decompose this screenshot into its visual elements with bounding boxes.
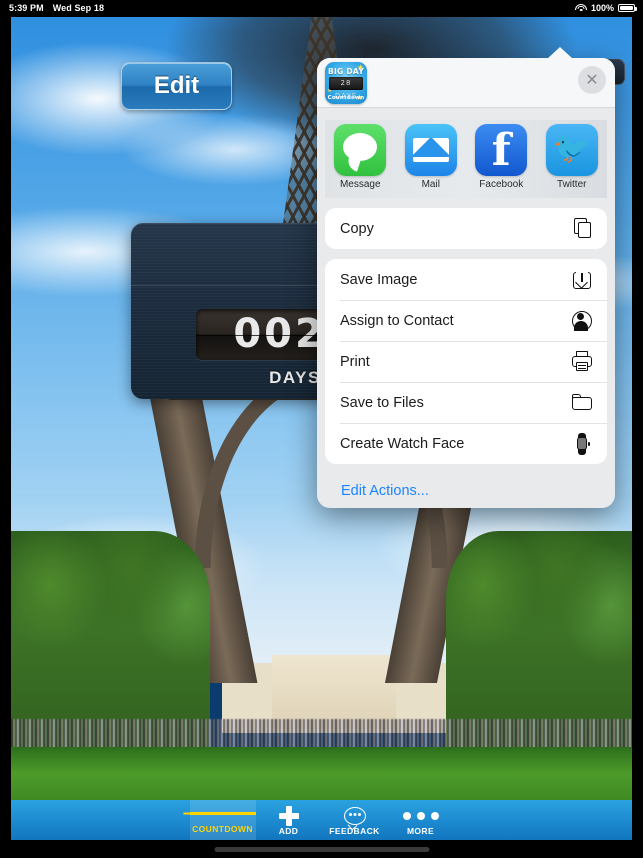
action-assign-to-contact[interactable]: Assign to Contact: [325, 300, 607, 341]
plus-icon-wrap: [256, 805, 322, 826]
ellipsis-icon-wrap: [388, 806, 454, 825]
facebook-app-icon: f: [475, 124, 528, 176]
action-print[interactable]: Print: [325, 341, 607, 382]
tab-more-label: MORE: [406, 826, 435, 836]
champ-de-mars-lawn: [11, 747, 632, 805]
share-sheet-popover: ★ ★ ★ BIG DAY 28 DAYS Countdown ✕ Messag…: [317, 47, 615, 509]
battery-percent: 100%: [590, 3, 614, 13]
action-label: Copy: [340, 220, 374, 237]
battery-full-icon: [618, 4, 637, 12]
mail-app-icon: [404, 124, 457, 176]
action-group-one: Copy: [325, 208, 607, 249]
status-right-cluster: 100%: [574, 0, 637, 16]
share-target-label: Facebook: [479, 179, 524, 190]
ellipsis-icon: [402, 811, 439, 820]
tab-bar: COUNTDOWN ADD FEEDBACK MORE: [11, 800, 632, 840]
tab-add-label: ADD: [278, 826, 299, 836]
edit-button[interactable]: Edit: [121, 62, 232, 110]
printer-icon: [571, 350, 593, 373]
action-label: Save Image: [340, 271, 418, 288]
share-targets-row: Message Mail f Facebook 🐦 Twitter: [325, 120, 607, 198]
status-bar: 5:39 PM Wed Sep 18 100%: [0, 0, 643, 16]
tab-feedback[interactable]: FEEDBACK: [322, 804, 388, 836]
status-time: 5:39 PM: [9, 3, 44, 13]
contact-icon: [571, 310, 593, 332]
ipad-screen: 5:39 PM Wed Sep 18 100% Edit 0028 DAYS C…: [0, 0, 643, 858]
plus-icon: [278, 805, 299, 826]
action-create-watch-face[interactable]: Create Watch Face: [325, 423, 607, 464]
share-target-twitter[interactable]: 🐦 Twitter: [540, 124, 604, 190]
action-save-to-files[interactable]: Save to Files: [325, 382, 607, 423]
messages-app-icon: [334, 124, 387, 176]
share-target-label: Twitter: [557, 179, 587, 190]
bubble-icon: [343, 806, 366, 830]
copy-icon: [571, 217, 593, 240]
action-label: Print: [340, 353, 370, 370]
wifi-icon: [574, 3, 587, 13]
action-label: Save to Files: [340, 394, 424, 411]
app-icon-bottom-text: Countdown: [327, 95, 365, 101]
action-label: Create Watch Face: [340, 435, 465, 452]
action-label: Assign to Contact: [340, 312, 454, 329]
folder-icon: [571, 392, 593, 414]
close-icon[interactable]: ✕: [578, 66, 606, 94]
action-copy[interactable]: Copy: [325, 208, 607, 249]
share-target-facebook[interactable]: f Facebook: [469, 124, 533, 190]
share-target-label: Message: [339, 179, 381, 190]
tab-more[interactable]: MORE: [388, 804, 454, 836]
share-sheet-header: ★ ★ ★ BIG DAY 28 DAYS Countdown ✕: [317, 58, 615, 108]
share-target-mail[interactable]: Mail: [399, 124, 463, 190]
tab-add[interactable]: ADD: [256, 804, 322, 836]
bubble-icon-wrap: [322, 806, 388, 830]
home-indicator: [214, 847, 429, 852]
big-day-countdown-app-icon: ★ ★ ★ BIG DAY 28 DAYS Countdown: [325, 62, 367, 104]
watch-icon: [571, 432, 593, 455]
list-icon: [189, 804, 256, 823]
action-save-image[interactable]: Save Image: [325, 259, 607, 300]
share-target-message[interactable]: Message: [328, 124, 392, 190]
app-icon-top-text: BIG DAY: [327, 67, 365, 76]
action-group-two: Save Image Assign to Contact Print Save …: [325, 259, 607, 464]
save-image-icon: [571, 269, 593, 291]
tab-countdown[interactable]: COUNTDOWN: [189, 800, 256, 840]
twitter-app-icon: 🐦: [545, 124, 598, 176]
tab-countdown-label: COUNTDOWN: [192, 824, 253, 834]
share-target-label: Mail: [421, 179, 440, 190]
status-date: Wed Sep 18: [52, 3, 105, 13]
edit-actions-link[interactable]: Edit Actions...: [325, 473, 607, 509]
app-icon-counter: 28 DAYS: [329, 77, 363, 100]
